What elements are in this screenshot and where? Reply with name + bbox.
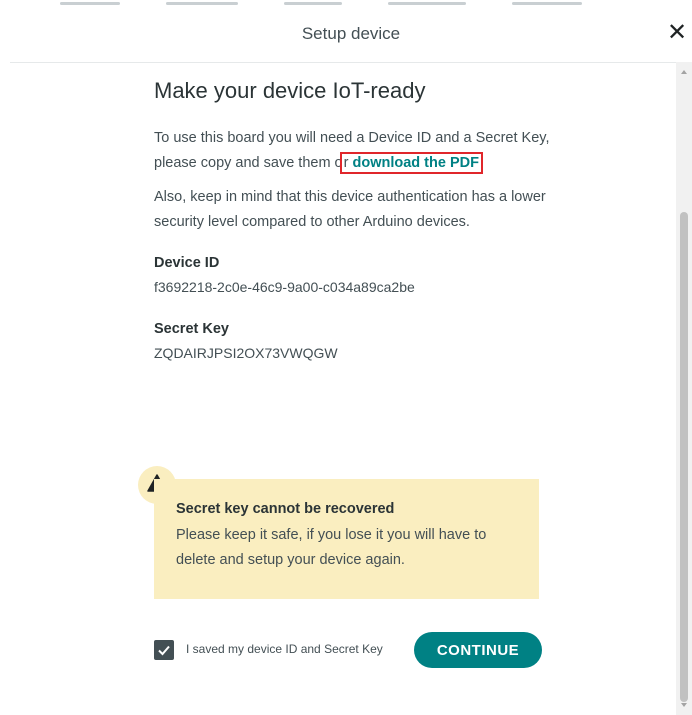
secret-key-value: ZQDAIRJPSI2OX73VWQGW (154, 345, 338, 361)
intro-paragraph: To use this board you will need a Device… (154, 126, 554, 176)
security-note: Also, keep in mind that this device auth… (154, 189, 546, 230)
saved-credentials-checkbox[interactable] (154, 640, 174, 660)
scroll-up-arrow-icon[interactable] (681, 70, 687, 74)
download-pdf-link[interactable]: download the PDF (352, 155, 478, 171)
scrollbar-thumb[interactable] (680, 212, 688, 702)
continue-button[interactable]: CONTINUE (414, 632, 542, 668)
intro-end: . (479, 155, 484, 171)
modal-content: Make your device IoT-ready To use this b… (154, 78, 554, 361)
modal-title: Setup device (301, 24, 401, 43)
secret-key-label: Secret Key (154, 321, 229, 337)
modal-header: Setup device ✕ (10, 8, 692, 63)
device-id-label: Device ID (154, 255, 220, 271)
background-nav-strip (60, 0, 620, 8)
setup-device-page: Setup device ✕ Make your device IoT-read… (0, 0, 692, 715)
warning-text: Please keep it safe, if you lose it you … (176, 527, 487, 568)
device-id-value: f3692218-2c0e-46c9-9a00-c034a89ca2be (154, 279, 415, 295)
scrollbar[interactable] (676, 62, 692, 715)
checkbox-label[interactable]: I saved my device ID and Secret Key (186, 642, 383, 656)
checkmark-icon (158, 645, 170, 656)
download-highlight-box: r download the PDF (339, 152, 483, 174)
close-icon: ✕ (666, 19, 688, 46)
warning-box: Secret key cannot be recovered Please ke… (154, 479, 539, 599)
warning-title: Secret key cannot be recovered (176, 501, 395, 517)
modal-footer: I saved my device ID and Secret Key CONT… (154, 632, 554, 668)
scroll-down-arrow-icon[interactable] (681, 703, 687, 707)
close-button[interactable]: ✕ (664, 20, 690, 46)
page-title: Make your device IoT-ready (154, 78, 426, 103)
